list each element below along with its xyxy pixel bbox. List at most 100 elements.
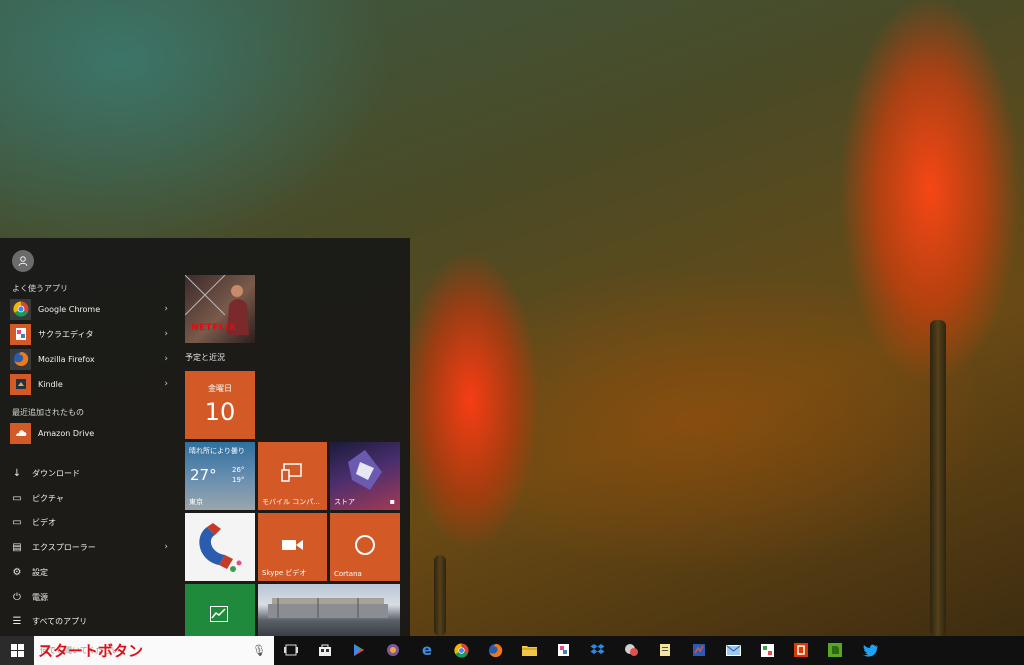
- news-photo-art: [268, 598, 388, 618]
- nav-item-label: エクスプローラー: [32, 542, 96, 552]
- app-icon[interactable]: [758, 641, 776, 659]
- weather-temperature: 27°: [190, 466, 217, 484]
- wallpaper-stem: [434, 555, 446, 636]
- file-explorer-icon[interactable]: [520, 641, 538, 659]
- tile-skype-video[interactable]: Skype ビデオ: [258, 513, 327, 581]
- kindle-icon: [10, 373, 31, 395]
- tile-news-photo[interactable]: [258, 584, 400, 636]
- task-view-icon[interactable]: [282, 641, 300, 659]
- store-bag-icon: ▪: [389, 497, 395, 506]
- weather-low: 19°: [232, 476, 245, 484]
- pictures-icon: ▭: [12, 492, 22, 504]
- tile-weather[interactable]: 晴れ所により曇り 27° 26° 19° 東京: [185, 442, 255, 510]
- firefox-icon[interactable]: [486, 641, 504, 659]
- start-menu: よく使うアプリ Google Chrome › サクラエディタ › Mozill…: [0, 238, 410, 636]
- evernote-icon[interactable]: [826, 641, 844, 659]
- nav-item-videos[interactable]: ▭ ビデオ: [10, 513, 168, 531]
- tile-calendar[interactable]: 金曜日 10: [185, 371, 255, 439]
- tile-money[interactable]: [185, 584, 255, 636]
- firefox-icon: [10, 348, 31, 370]
- tile-label: モバイル コンパ...: [262, 498, 320, 506]
- explorer-icon: ▤: [12, 541, 22, 553]
- user-avatar-icon[interactable]: [12, 250, 34, 272]
- app-icon[interactable]: [656, 641, 674, 659]
- chart-icon: [210, 606, 228, 626]
- video-camera-icon: [282, 537, 304, 556]
- amazon-drive-icon: [10, 422, 31, 444]
- tile-cortana[interactable]: Cortana: [330, 513, 400, 581]
- store-icon[interactable]: [316, 641, 334, 659]
- app-item-sakura-editor[interactable]: サクラエディタ ›: [10, 323, 168, 345]
- nav-item-settings[interactable]: ⚙ 設定: [10, 563, 168, 581]
- all-apps-icon: ☰: [12, 615, 22, 627]
- power-icon: ⏻: [13, 591, 21, 603]
- frequent-apps-label: よく使うアプリ: [12, 284, 68, 293]
- settings-gear-icon: ⚙: [12, 566, 22, 578]
- download-icon: ↓: [12, 467, 22, 479]
- twitter-icon[interactable]: [862, 641, 880, 659]
- chevron-right-icon[interactable]: ›: [164, 354, 168, 364]
- chevron-right-icon[interactable]: ›: [164, 379, 168, 389]
- app-name: サクラエディタ: [38, 329, 94, 339]
- dropbox-icon[interactable]: [588, 641, 606, 659]
- nav-item-label: ダウンロード: [32, 468, 80, 478]
- tile-mobile-companion[interactable]: モバイル コンパ...: [258, 442, 327, 510]
- tile-store[interactable]: ストア ▪: [330, 442, 400, 510]
- wallpaper-stem: [930, 320, 946, 636]
- nav-item-label: 設定: [32, 567, 48, 577]
- magnet-icon: [199, 523, 242, 572]
- app-name: Google Chrome: [38, 304, 101, 314]
- tile-label: Cortana: [334, 570, 362, 578]
- sakura-editor-icon: [10, 323, 31, 345]
- app-icon[interactable]: [384, 641, 402, 659]
- devices-icon: [281, 462, 305, 486]
- nav-item-explorer[interactable]: ▤ エクスプローラー ›: [10, 538, 168, 556]
- app-name: Amazon Drive: [38, 428, 95, 438]
- weather-condition: 晴れ所により曇り: [189, 447, 245, 455]
- start-menu-left-column: よく使うアプリ Google Chrome › サクラエディタ › Mozill…: [0, 238, 175, 636]
- chrome-icon[interactable]: [452, 641, 470, 659]
- nav-item-downloads[interactable]: ↓ ダウンロード: [10, 464, 168, 482]
- google-play-icon[interactable]: [350, 641, 368, 659]
- app-item-google-chrome[interactable]: Google Chrome ›: [10, 298, 168, 320]
- nav-item-label: すべてのアプリ: [32, 616, 88, 626]
- calendar-date: 10: [204, 398, 236, 426]
- tile-group-label: 予定と近況: [185, 353, 225, 362]
- nav-item-label: 電源: [32, 592, 48, 602]
- chevron-right-icon[interactable]: ›: [164, 304, 168, 314]
- app-icon[interactable]: [690, 641, 708, 659]
- office-icon[interactable]: [792, 641, 810, 659]
- nav-item-power[interactable]: ⏻ 電源: [10, 588, 168, 606]
- annotation-label: スタートボタン: [38, 642, 144, 660]
- nav-item-label: ピクチャ: [32, 493, 64, 503]
- app-item-amazon-drive[interactable]: Amazon Drive: [10, 422, 168, 444]
- mail-icon[interactable]: [724, 641, 742, 659]
- app-item-kindle[interactable]: Kindle ›: [10, 373, 168, 395]
- taskbar: 何でも聞いてください スタートボタン 🎙 e: [0, 636, 1024, 665]
- app-item-mozilla-firefox[interactable]: Mozilla Firefox ›: [10, 348, 168, 370]
- cortana-search-box[interactable]: 何でも聞いてください スタートボタン 🎙: [34, 636, 274, 665]
- video-icon: ▭: [12, 516, 22, 528]
- tile-label: ストア: [334, 498, 355, 506]
- tile-netflix[interactable]: NETFLIX: [185, 275, 255, 343]
- edge-browser-icon[interactable]: e: [418, 641, 436, 659]
- nav-item-all-apps[interactable]: ☰ すべてのアプリ: [10, 612, 168, 630]
- tile-label: Skype ビデオ: [262, 569, 307, 577]
- cortana-icon: [355, 535, 375, 555]
- microphone-icon[interactable]: 🎙: [252, 644, 266, 657]
- nav-item-pictures[interactable]: ▭ ピクチャ: [10, 489, 168, 507]
- app-name: Kindle: [38, 379, 63, 389]
- app-name: Mozilla Firefox: [38, 354, 95, 364]
- calendar-weekday: 金曜日: [208, 384, 232, 393]
- tile-magnet-app[interactable]: [185, 513, 255, 581]
- chevron-right-icon[interactable]: ›: [164, 542, 168, 552]
- recently-added-label: 最近追加されたもの: [12, 408, 84, 417]
- start-button[interactable]: [0, 636, 34, 665]
- chrome-icon: [10, 298, 31, 320]
- nav-item-label: ビデオ: [32, 517, 56, 527]
- weather-city: 東京: [189, 498, 203, 506]
- app-icon[interactable]: [622, 641, 640, 659]
- sakura-editor-icon[interactable]: [554, 641, 572, 659]
- chevron-right-icon[interactable]: ›: [164, 329, 168, 339]
- netflix-logo-text: NETFLIX: [191, 323, 237, 333]
